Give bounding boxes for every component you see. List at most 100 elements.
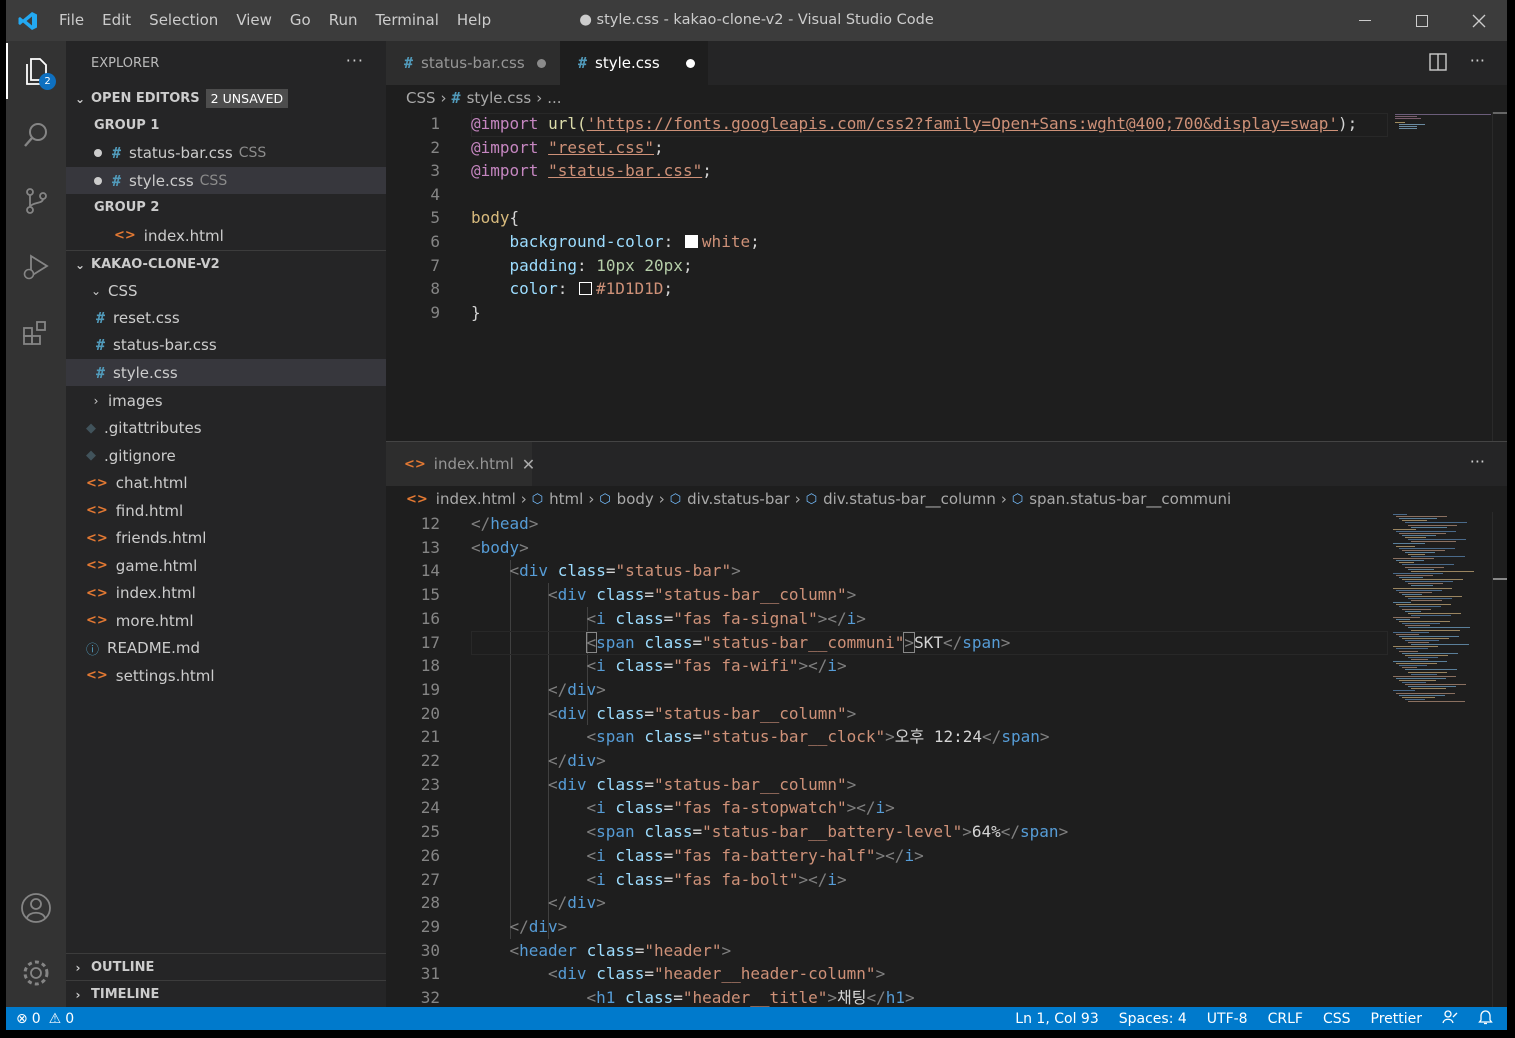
timeline-section[interactable]: › TIMELINE [66,980,386,1008]
close-icon[interactable] [1450,0,1507,41]
source-control-icon[interactable] [6,173,66,229]
punctuation: { [509,208,520,228]
minimap-line [1399,635,1459,637]
open-editor-index-html[interactable]: <> index.html [66,222,434,249]
tree-item[interactable]: <> game.html [66,552,406,579]
notifications-bell-icon[interactable] [1468,1009,1507,1029]
problems-indicator[interactable]: ⊗ 0 ⚠ 0 [6,1011,84,1027]
accounts-icon[interactable] [6,880,66,936]
tag-name: i [904,845,915,865]
folder-name: CSS [108,281,138,300]
breadcrumb-item[interactable]: style.css [467,89,532,107]
more-actions-icon[interactable]: ··· [1470,51,1485,70]
tree-item[interactable]: ⓘ README.md [66,635,406,662]
menu-terminal[interactable]: Terminal [367,0,448,41]
tab-style-css[interactable]: # style.css [560,41,708,85]
more-actions-icon[interactable]: ··· [1470,452,1485,471]
outline-section[interactable]: › OUTLINE [66,953,386,981]
tree-item[interactable]: <> index.html [66,580,406,607]
language-mode[interactable]: CSS [1313,1011,1361,1027]
css-file-icon: # [451,89,461,107]
css-value: 10px 20px [596,255,683,275]
breadcrumb-item[interactable]: span.status-bar__communi [1029,490,1231,508]
breadcrumb-item[interactable]: body [617,490,654,508]
string[interactable]: "reset.css" [548,138,654,157]
minimap-line [1402,667,1417,669]
close-tab-icon[interactable]: ✕ [522,455,535,474]
breadcrumb-separator: › [520,490,527,508]
breadcrumb-item[interactable]: div.status-bar__column [823,490,996,508]
tree-item[interactable]: › images [66,387,408,414]
breadcrumb-item[interactable]: ... [547,89,561,107]
vertical-scrollbar[interactable] [1492,112,1507,441]
breadcrumb-item[interactable]: div.status-bar [687,490,790,508]
breadcrumb-item[interactable]: index.html [436,490,516,508]
minimap[interactable] [1387,512,1507,712]
line-ending[interactable]: CRLF [1258,1011,1313,1027]
string[interactable]: 'https://fonts.googleapis.com/css2?famil… [587,114,1338,133]
cursor-position[interactable]: Ln 1, Col 93 [1005,1011,1108,1027]
minimap-line [1408,627,1470,629]
maximize-icon[interactable] [1393,0,1450,41]
menu-help[interactable]: Help [448,0,500,41]
folder-css[interactable]: ⌄ CSS [66,277,408,304]
encoding[interactable]: UTF-8 [1197,1011,1258,1027]
minimap-line [1402,593,1422,595]
color-swatch[interactable] [684,235,698,248]
tag-name: div [528,916,558,936]
run-debug-icon[interactable] [6,239,66,295]
indentation[interactable]: Spaces: 4 [1109,1011,1197,1027]
menu-run[interactable]: Run [320,0,367,41]
explorer-icon[interactable]: 2 [6,43,66,99]
tree-item[interactable]: ◆ .gitignore [66,442,406,469]
color-swatch[interactable] [578,282,592,296]
unsaved-dot-icon[interactable] [685,58,695,68]
feedback-icon[interactable] [1432,1009,1468,1029]
code-area[interactable]: 12 </head> 13 <body> 14 <div class="status-ba… [386,512,1426,1008]
breadcrumb-item[interactable]: html [549,490,583,508]
tree-item-css-file[interactable]: # status-bar.css [66,332,416,359]
menu-edit[interactable]: Edit [93,0,140,41]
menu-selection[interactable]: Selection [140,0,227,41]
minimize-icon[interactable] [1336,0,1393,41]
more-actions-icon[interactable]: ··· [346,51,364,70]
menu-file[interactable]: File [50,0,93,41]
tab-index-html[interactable]: <> index.html ✕ [386,442,535,486]
project-section[interactable]: ⌄ KAKAO-CLONE-V2 [66,250,386,278]
menu-go[interactable]: Go [281,0,320,41]
settings-gear-icon[interactable] [6,945,66,1001]
attribute-name: class [615,798,664,818]
tree-item-css-file[interactable]: # style.css [66,359,416,386]
file-name: chat.html [115,474,188,492]
tree-item[interactable]: <> settings.html [66,662,406,689]
prettier-status[interactable]: Prettier [1361,1011,1433,1027]
text-content: SKT [914,632,943,652]
chevron-right-icon: › [75,960,81,975]
tree-item[interactable]: ◆ .gitattributes [66,415,406,442]
unsaved-dot-icon[interactable] [94,176,102,185]
breadcrumb-item[interactable]: CSS [406,89,436,107]
code-area[interactable]: 1 @import url('https://fonts.googleapis.c… [386,112,1426,436]
tree-item[interactable]: <> find.html [66,497,406,524]
line-text: <i class="fas fa-battery-half"></i> [587,844,924,868]
minimap[interactable] [1387,112,1507,132]
string[interactable]: "status-bar.css" [548,161,702,180]
minimap-line [1402,520,1427,522]
vertical-scrollbar[interactable] [1492,512,1507,1008]
search-icon[interactable] [6,107,66,163]
tab-status-bar-css[interactable]: # status-bar.css [386,41,560,85]
tag-bracket: < [471,537,481,557]
attribute-name: class [644,727,693,747]
unsaved-dot-icon[interactable] [94,148,102,157]
tree-item-css-file[interactable]: # reset.css [66,304,416,331]
open-editors-section[interactable]: ⌄ OPEN EDITORS 2 UNSAVED [66,85,386,112]
open-editor-style-css[interactable]: # style.css CSS [66,167,414,194]
unsaved-dot-icon[interactable] [536,58,546,68]
split-editor-icon[interactable] [1429,53,1447,75]
extensions-icon[interactable] [6,305,66,361]
open-editor-status-bar-css[interactable]: # status-bar.css CSS [66,139,414,166]
tree-item[interactable]: <> more.html [66,607,406,634]
menu-view[interactable]: View [227,0,281,41]
tree-item[interactable]: <> chat.html [66,470,406,497]
tree-item[interactable]: <> friends.html [66,525,406,552]
